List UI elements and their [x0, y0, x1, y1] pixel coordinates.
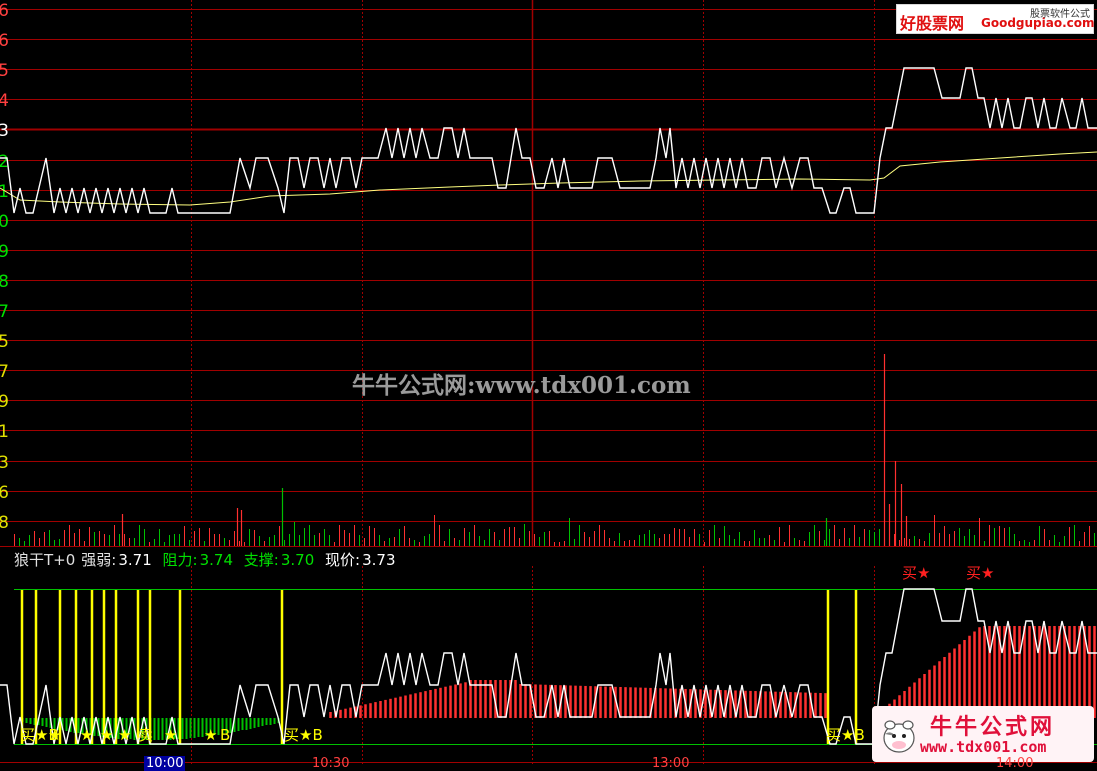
- support-value: 3.70: [280, 551, 315, 569]
- logo-brand: 好股票网: [900, 14, 965, 33]
- logo-bottom-title: 牛牛公式网: [930, 715, 1056, 740]
- star-signal-icon: ★: [48, 726, 61, 744]
- watermark-text: 牛牛公式网:www.tdx001.com: [352, 372, 691, 399]
- buy-signal-label: 买★: [902, 564, 930, 582]
- resistance-value: 3.74: [199, 551, 233, 569]
- axis-tick-label: 4: [0, 91, 9, 111]
- b-signal-label: B: [220, 726, 230, 744]
- cow-mascot-icon: [883, 720, 915, 753]
- horizontal-gridlines: [0, 9, 1097, 547]
- axis-tick-label: 3: [0, 453, 9, 473]
- star-signal-icon: ★: [164, 726, 177, 744]
- logo-bottom-url: www.tdx001.com: [920, 738, 1047, 756]
- axis-tick-label: 5: [0, 332, 9, 352]
- axis-tick-label: 1: [0, 422, 9, 442]
- tdx001-logo: 牛牛公式网 www.tdx001.com: [872, 706, 1094, 762]
- price-line: [0, 67, 1097, 214]
- axis-tick-label: 8: [0, 272, 9, 292]
- axis-tick-label: 6: [0, 31, 9, 51]
- buy-b-signal-label: 买★B: [284, 726, 323, 744]
- price-axis-labels: 665432109875791368: [0, 1, 9, 533]
- strength-value: 3.71: [118, 551, 152, 569]
- vertical-gridlines: [191, 0, 875, 546]
- axis-tick-label: 7: [0, 302, 9, 322]
- resistance-label: 阻力:: [162, 551, 198, 569]
- axis-tick-label: 6: [0, 1, 9, 21]
- axis-tick-label: 0: [0, 212, 9, 232]
- axis-tick-label: 3: [0, 121, 9, 141]
- indicator-name: 狼干T+0: [14, 551, 76, 569]
- indicator-legend: 狼干T+0 强弱: 3.71 阻力: 3.74 支撑: 3.70 现价: 3.73: [14, 549, 402, 570]
- axis-tick-label: 7: [0, 362, 9, 382]
- star-signal-icon: ★: [204, 726, 217, 744]
- axis-tick-label: 5: [0, 61, 9, 81]
- star-signal-icon: ★: [118, 726, 131, 744]
- logo-subtitle: 股票软件公式: [1030, 9, 1090, 20]
- sell-signal-label: 卖: [138, 726, 153, 744]
- strength-label: 强弱:: [81, 551, 117, 569]
- average-price-line: [0, 151, 1097, 206]
- buy-b-signal-label: 买★B: [826, 726, 865, 744]
- support-label: 支撑:: [243, 551, 279, 569]
- axis-tick-label: 9: [0, 242, 9, 262]
- axis-tick-label: 1: [0, 182, 9, 202]
- axis-tick-label: 8: [0, 513, 9, 533]
- goodgupiao-logo: 好股票网 Goodgupiao.com 股票软件公式: [896, 4, 1095, 34]
- axis-tick-label: 9: [0, 392, 9, 412]
- price-label: 现价:: [325, 551, 361, 569]
- price-value: 3.73: [362, 551, 396, 569]
- star-signal-icon: ★: [80, 726, 93, 744]
- buy-signal-label: 买★: [966, 564, 994, 582]
- star-signal-icon: ★: [100, 726, 113, 744]
- axis-tick-label: 6: [0, 483, 9, 503]
